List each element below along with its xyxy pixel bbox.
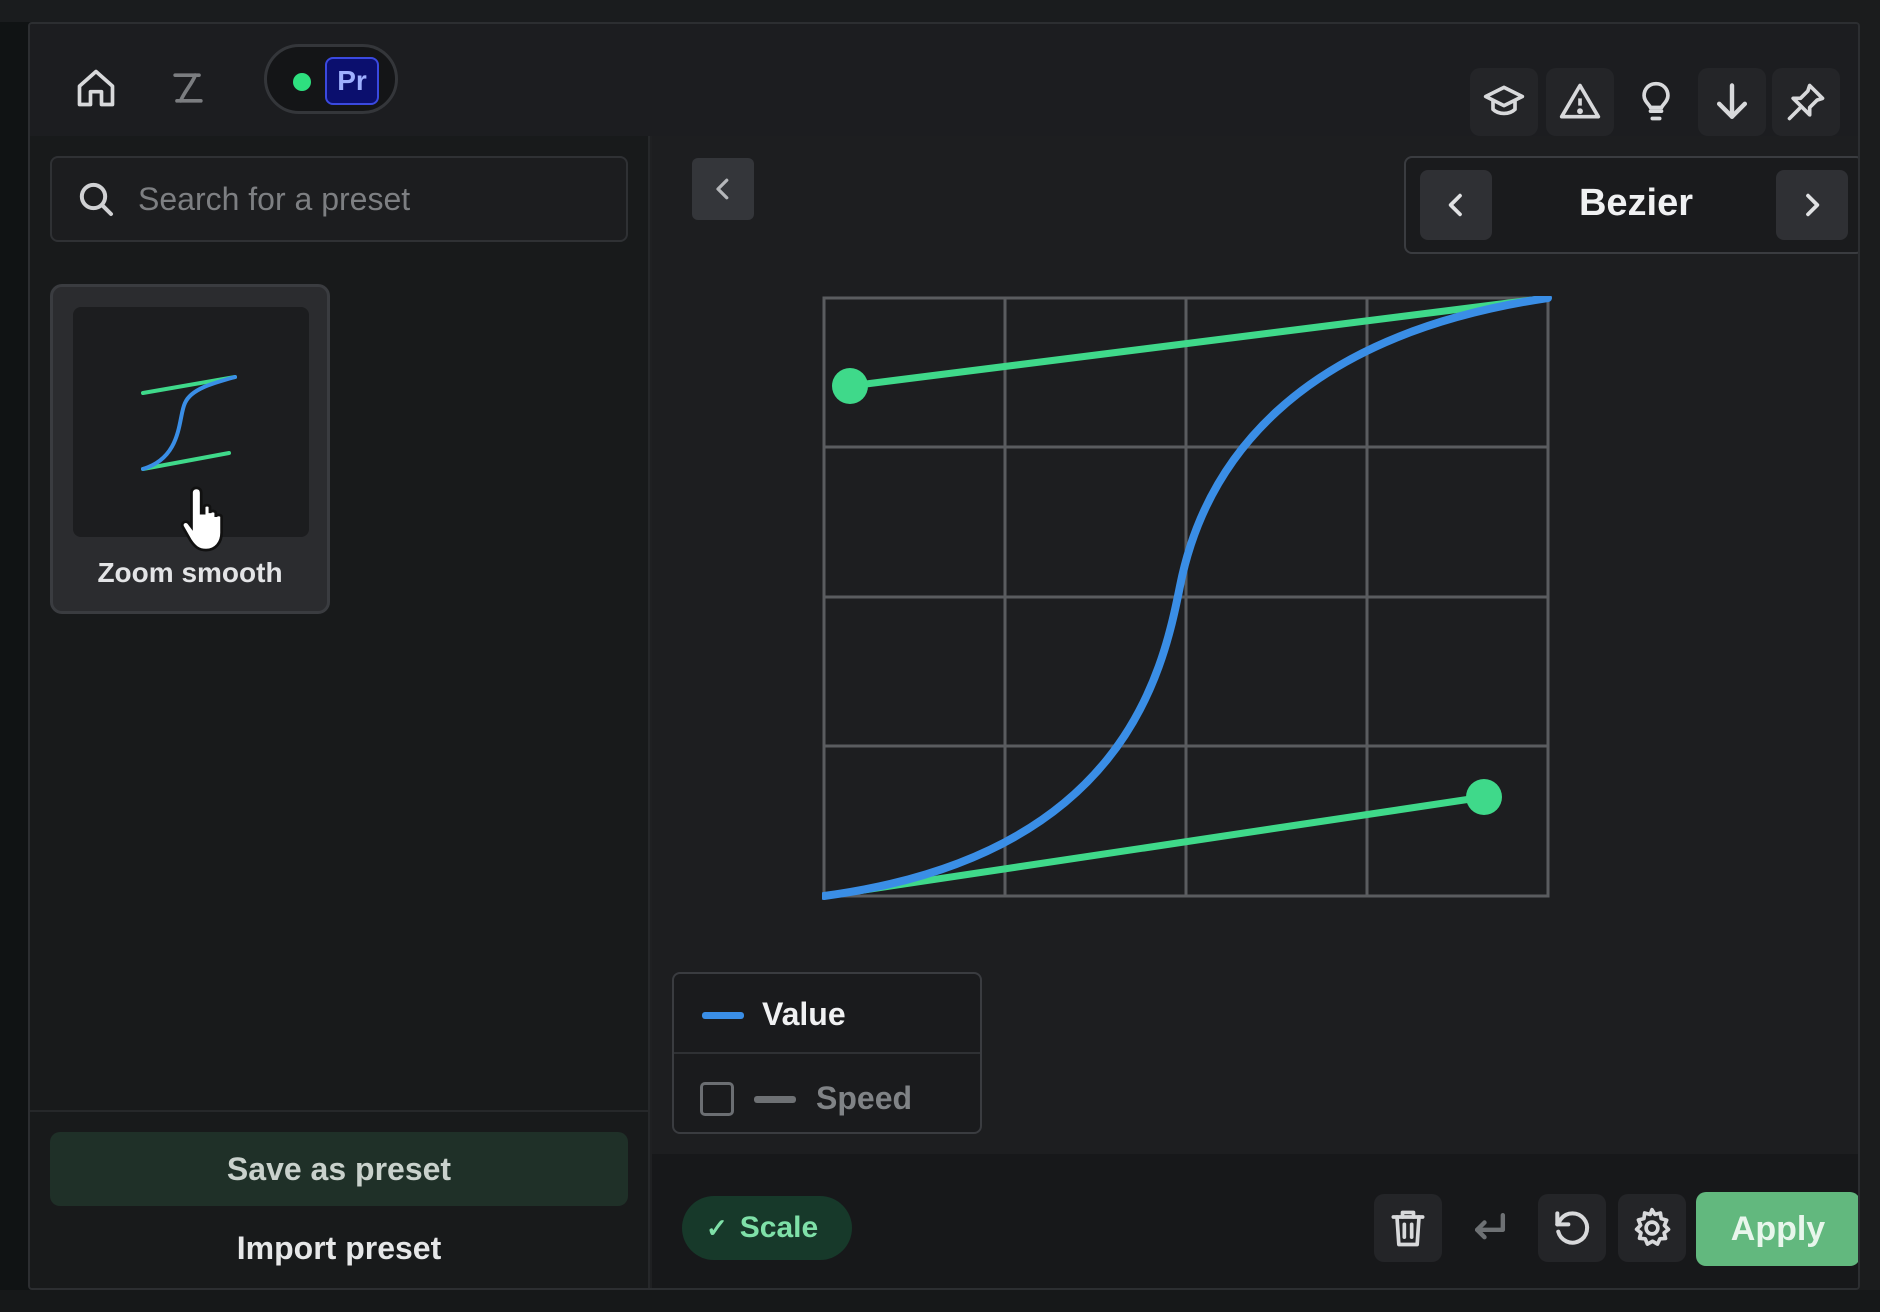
preset-label: Zoom smooth (97, 557, 283, 588)
premiere-badge: Pr (325, 57, 379, 105)
curve-icon (173, 73, 203, 103)
legend-value-row: Value (674, 974, 980, 1054)
graph-legend: Value Speed (672, 972, 982, 1134)
next-type-button[interactable] (1776, 170, 1848, 240)
curve-mode-button[interactable] (156, 56, 220, 120)
collapse-sidebar-button[interactable] (692, 158, 754, 220)
search-input[interactable] (138, 180, 608, 218)
home-button[interactable] (64, 56, 128, 120)
curve-type-selector: Bezier (1404, 156, 1858, 254)
download-button[interactable] (1698, 68, 1766, 136)
action-bar: ✓ Scale Apply (652, 1154, 1858, 1288)
graduation-cap-icon (1483, 85, 1525, 116)
property-chip-scale[interactable]: ✓ Scale (682, 1196, 852, 1260)
end-handle-line (846, 296, 1552, 390)
chevron-left-icon (1448, 193, 1462, 217)
pin-button[interactable] (1772, 68, 1840, 136)
speed-swatch (754, 1096, 796, 1103)
host-app-status[interactable]: Pr (264, 44, 398, 114)
connection-status-dot (293, 73, 311, 91)
home-icon (77, 69, 115, 107)
save-as-preset-button[interactable]: Save as preset (50, 1132, 628, 1206)
speed-legend-label: Speed (816, 1080, 913, 1116)
sidebar-divider (30, 1110, 650, 1112)
start-handle-line (822, 793, 1488, 900)
lightbulb-icon (1642, 81, 1670, 121)
pin-icon (1787, 83, 1825, 121)
preset-card-zoom-smooth[interactable]: Zoom smooth (50, 284, 330, 614)
tutorial-button[interactable] (1470, 68, 1538, 136)
bezier-graph[interactable] (822, 296, 1582, 936)
reset-icon (1555, 1211, 1590, 1245)
report-issue-button[interactable] (1546, 68, 1614, 136)
value-swatch (702, 1012, 744, 1019)
return-arrow-icon (1474, 1212, 1506, 1240)
gear-icon (1634, 1207, 1671, 1246)
value-legend-label: Value (762, 996, 846, 1032)
tips-button[interactable] (1622, 68, 1690, 136)
end-control-handle[interactable] (832, 368, 868, 404)
arrow-down-icon (1716, 83, 1748, 119)
top-bar: Pr (30, 24, 1858, 136)
chevron-right-icon (1806, 193, 1820, 217)
preset-sidebar: Zoom smooth Save as preset Import preset (30, 136, 650, 1288)
background-bottom-strip (0, 1290, 1880, 1312)
curve-editor: Bezier Value Speed ✓ Scale Apply (652, 136, 1858, 1288)
search-icon (79, 182, 113, 216)
check-icon: ✓ (706, 1212, 728, 1243)
import-preset-button[interactable]: Import preset (50, 1218, 628, 1278)
chevron-left-icon (716, 178, 729, 200)
preset-search[interactable] (50, 156, 628, 242)
hand-cursor-icon (180, 486, 223, 552)
background-timeline-strip (0, 0, 1880, 22)
property-chip-label: Scale (739, 1211, 819, 1244)
previous-type-button[interactable] (1420, 170, 1492, 240)
delete-button[interactable] (1374, 1194, 1442, 1262)
curve-type-label: Bezier (1578, 182, 1694, 224)
easing-panel: Pr Search for a preset Zoom smooth Save … (28, 22, 1860, 1290)
warning-icon (1559, 83, 1601, 119)
return-button[interactable] (1456, 1194, 1524, 1262)
start-control-handle[interactable] (1466, 779, 1502, 815)
reset-button[interactable] (1538, 1194, 1606, 1262)
trash-icon (1391, 1210, 1425, 1247)
speed-checkbox[interactable] (700, 1082, 734, 1116)
apply-button[interactable]: Apply (1696, 1192, 1858, 1266)
settings-button[interactable] (1618, 1194, 1686, 1262)
